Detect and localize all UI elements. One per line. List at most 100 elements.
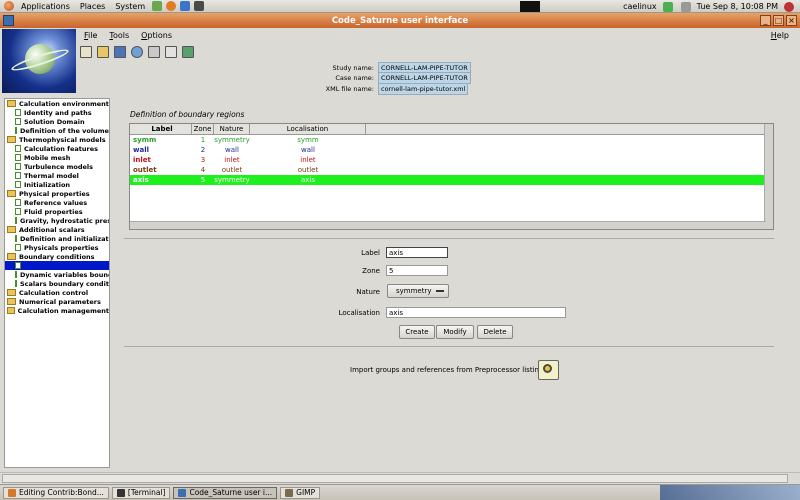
- close-button[interactable]: ×: [786, 15, 797, 26]
- tree-item[interactable]: [5, 261, 109, 270]
- modify-button[interactable]: Modify: [436, 325, 474, 339]
- app-icon[interactable]: [3, 15, 14, 26]
- header-label[interactable]: Label: [130, 124, 192, 134]
- taskbar-item[interactable]: Code_Saturne user i...: [173, 486, 278, 499]
- power-icon[interactable]: [784, 1, 794, 12]
- tree-item[interactable]: Initialization: [5, 180, 109, 189]
- network-icon[interactable]: [662, 1, 673, 12]
- folder-icon: [7, 298, 16, 305]
- tree-item[interactable]: Reference values: [5, 198, 109, 207]
- folder-icon: [7, 289, 16, 296]
- code-saturne-logo: [2, 29, 76, 93]
- cell-nature: symmetry: [214, 136, 250, 144]
- cell-nature: inlet: [224, 156, 240, 164]
- localisation-input[interactable]: [386, 307, 566, 318]
- zone-input[interactable]: [386, 265, 448, 276]
- window-icon: [116, 488, 125, 497]
- maximize-button[interactable]: □: [773, 15, 784, 26]
- tree-item[interactable]: Solution Domain: [5, 117, 109, 126]
- cell-nature: symmetry: [214, 176, 250, 184]
- table-header: Label Zone Nature Localisation: [130, 124, 773, 135]
- taskbar-label: Code_Saturne user i...: [189, 488, 273, 497]
- table-row[interactable]: outlet 4 outlet outlet: [130, 165, 773, 175]
- menu-file[interactable]: File: [78, 31, 103, 40]
- cell-label: wall: [133, 146, 149, 154]
- menu-help[interactable]: Help: [765, 29, 795, 42]
- tree-item[interactable]: Fluid properties: [5, 207, 109, 216]
- tree-label: Thermophysical models: [19, 135, 106, 144]
- vertical-scrollbar[interactable]: [764, 124, 773, 229]
- search-import-icon[interactable]: [538, 360, 559, 380]
- save-icon[interactable]: [114, 46, 126, 58]
- globe-icon[interactable]: [131, 46, 143, 58]
- delete-button[interactable]: Delete: [477, 325, 513, 339]
- table-row[interactable]: inlet 3 inlet inlet: [130, 155, 773, 165]
- document-icon: [15, 154, 21, 161]
- tree-item[interactable]: Definition of the volume zones: [5, 126, 109, 135]
- tree-item[interactable]: Identity and paths: [5, 108, 109, 117]
- open-folder-icon[interactable]: [97, 46, 109, 58]
- taskbar-item[interactable]: [Terminal]: [111, 486, 171, 499]
- menu-places[interactable]: Places: [75, 2, 110, 11]
- view-icon[interactable]: [165, 46, 177, 58]
- tree-item[interactable]: Mobile mesh: [5, 153, 109, 162]
- header-nature[interactable]: Nature: [214, 124, 250, 134]
- taskbar-item[interactable]: GIMP: [280, 486, 321, 499]
- tree-item[interactable]: Thermal model: [5, 171, 109, 180]
- tree-item[interactable]: Dynamic variables bound. cond.: [5, 270, 109, 279]
- volume-icon[interactable]: [680, 1, 691, 12]
- header-zone[interactable]: Zone: [192, 124, 214, 134]
- tree-item[interactable]: Definition and initialization: [5, 234, 109, 243]
- tree-folder[interactable]: Additional scalars: [5, 225, 109, 234]
- table-row[interactable]: wall 2 wall wall: [130, 145, 773, 155]
- tree-folder[interactable]: Thermophysical models: [5, 135, 109, 144]
- launcher-icon[interactable]: [152, 1, 163, 11]
- new-file-icon[interactable]: [80, 46, 92, 58]
- tree-item[interactable]: Physicals properties: [5, 243, 109, 252]
- tree-folder[interactable]: Calculation control: [5, 288, 109, 297]
- header-localisation[interactable]: Localisation: [250, 124, 366, 134]
- tree-folder[interactable]: Physical properties: [5, 189, 109, 198]
- taskbar: Editing Contrib:Bond... [Terminal] Code_Sa…: [0, 484, 800, 500]
- table-row[interactable]: axis 5 symmetry axis: [130, 175, 773, 185]
- tree-item[interactable]: Turbulence models: [5, 162, 109, 171]
- firefox-icon[interactable]: [166, 1, 177, 11]
- tree-item[interactable]: Gravity, hydrostatic pressure: [5, 216, 109, 225]
- tree-folder[interactable]: Boundary conditions: [5, 252, 109, 261]
- minimize-button[interactable]: _: [760, 15, 771, 26]
- nature-select[interactable]: symmetry: [387, 284, 449, 298]
- task-list: Editing Contrib:Bond... [Terminal] Code_Sa…: [0, 486, 321, 499]
- label-caption: Label: [361, 249, 380, 257]
- menu-tools[interactable]: Tools: [103, 31, 135, 40]
- table-row[interactable]: symm 1 symmetry symm: [130, 135, 773, 145]
- create-button[interactable]: Create: [399, 325, 435, 339]
- horizontal-scrollbar[interactable]: [130, 221, 766, 229]
- clock[interactable]: Tue Sep 8, 10:08 PM: [697, 2, 778, 11]
- tree-folder[interactable]: Calculation environment: [5, 99, 109, 108]
- menu-applications[interactable]: Applications: [16, 2, 75, 11]
- document-icon: [15, 145, 21, 152]
- label-input[interactable]: [386, 247, 448, 258]
- taskbar-item[interactable]: Editing Contrib:Bond...: [3, 486, 109, 499]
- run-icon[interactable]: [182, 46, 194, 58]
- help-icon[interactable]: [180, 1, 191, 11]
- terminal-icon[interactable]: [194, 1, 205, 11]
- tree-folder[interactable]: Calculation management: [5, 306, 109, 315]
- section-title: Definition of boundary regions: [130, 110, 245, 119]
- menu-options[interactable]: Options: [135, 31, 178, 40]
- import-caption: Import groups and references from Prepro…: [350, 366, 544, 374]
- tree-item[interactable]: Scalars boundary conditions: [5, 279, 109, 288]
- menu-system[interactable]: System: [110, 2, 150, 11]
- tree-label: Mobile mesh: [24, 153, 71, 162]
- menubar: File Tools Options Help: [78, 29, 798, 42]
- tree-folder[interactable]: Numerical parameters: [5, 297, 109, 306]
- table-body: symm 1 symmetry symm wall 2 wall wall inlet 3 inle…: [130, 135, 773, 185]
- window-titlebar[interactable]: Code_Saturne user interface _ □ ×: [0, 13, 800, 28]
- tree-item[interactable]: Calculation features: [5, 144, 109, 153]
- ubuntu-logo-icon[interactable]: [4, 1, 14, 11]
- tools-icon[interactable]: [148, 46, 160, 58]
- xml-file-label: XML file name:: [325, 85, 374, 93]
- nature-select-value: symmetry: [396, 287, 432, 295]
- document-icon: [15, 172, 21, 179]
- user-name: caelinux: [623, 2, 657, 11]
